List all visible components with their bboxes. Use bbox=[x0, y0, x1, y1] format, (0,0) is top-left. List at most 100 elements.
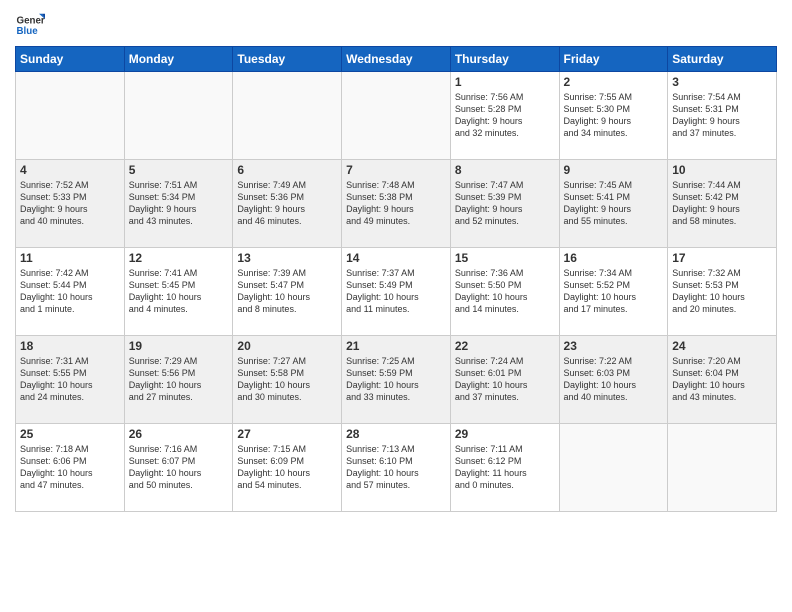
day-info: Sunrise: 7:52 AM Sunset: 5:33 PM Dayligh… bbox=[20, 179, 120, 228]
calendar-day-cell: 1 Sunrise: 7:56 AM Sunset: 5:28 PM Daylig… bbox=[450, 72, 559, 160]
calendar-week-row: 18Sunrise: 7:31 AM Sunset: 5:55 PM Dayli… bbox=[16, 336, 777, 424]
day-number: 9 bbox=[564, 163, 664, 177]
day-info: Sunrise: 7:22 AM Sunset: 6:03 PM Dayligh… bbox=[564, 355, 664, 404]
calendar-day-cell bbox=[233, 72, 342, 160]
calendar-day-cell: 9 Sunrise: 7:45 AM Sunset: 5:41 PM Daylig… bbox=[559, 160, 668, 248]
day-number: 26 bbox=[129, 427, 229, 441]
calendar-day-cell: 24 Sunrise: 7:20 AM Sunset: 6:04 PM Dayli… bbox=[668, 336, 777, 424]
day-info: Sunrise: 7:11 AM Sunset: 6:12 PM Dayligh… bbox=[455, 443, 555, 492]
calendar-day-header: Tuesday bbox=[233, 47, 342, 72]
calendar-day-cell: 3 Sunrise: 7:54 AM Sunset: 5:31 PM Daylig… bbox=[668, 72, 777, 160]
calendar-day-cell: 8 Sunrise: 7:47 AM Sunset: 5:39 PM Daylig… bbox=[450, 160, 559, 248]
day-number: 12 bbox=[129, 251, 229, 265]
calendar-week-row: 4 Sunrise: 7:52 AM Sunset: 5:33 PM Daylig… bbox=[16, 160, 777, 248]
day-info: Sunrise: 7:51 AM Sunset: 5:34 PM Dayligh… bbox=[129, 179, 229, 228]
day-info: Sunrise: 7:36 AM Sunset: 5:50 PM Dayligh… bbox=[455, 267, 555, 316]
calendar-day-cell: 21 Sunrise: 7:25 AM Sunset: 5:59 PM Dayli… bbox=[342, 336, 451, 424]
day-number: 23 bbox=[564, 339, 664, 353]
calendar-day-cell: 14Sunrise: 7:37 AM Sunset: 5:49 PM Dayli… bbox=[342, 248, 451, 336]
day-number: 24 bbox=[672, 339, 772, 353]
day-info: Sunrise: 7:55 AM Sunset: 5:30 PM Dayligh… bbox=[564, 91, 664, 140]
day-info: Sunrise: 7:31 AM Sunset: 5:55 PM Dayligh… bbox=[20, 355, 120, 404]
day-number: 27 bbox=[237, 427, 337, 441]
calendar-day-cell: 7 Sunrise: 7:48 AM Sunset: 5:38 PM Daylig… bbox=[342, 160, 451, 248]
day-info: Sunrise: 7:42 AM Sunset: 5:44 PM Dayligh… bbox=[20, 267, 120, 316]
calendar-day-cell: 10 Sunrise: 7:44 AM Sunset: 5:42 PM Dayli… bbox=[668, 160, 777, 248]
calendar-day-header: Sunday bbox=[16, 47, 125, 72]
day-number: 22 bbox=[455, 339, 555, 353]
calendar-week-row: 1 Sunrise: 7:56 AM Sunset: 5:28 PM Daylig… bbox=[16, 72, 777, 160]
day-info: Sunrise: 7:27 AM Sunset: 5:58 PM Dayligh… bbox=[237, 355, 337, 404]
day-info: Sunrise: 7:18 AM Sunset: 6:06 PM Dayligh… bbox=[20, 443, 120, 492]
calendar-day-header: Monday bbox=[124, 47, 233, 72]
day-number: 20 bbox=[237, 339, 337, 353]
day-number: 8 bbox=[455, 163, 555, 177]
calendar-day-cell: 5 Sunrise: 7:51 AM Sunset: 5:34 PM Daylig… bbox=[124, 160, 233, 248]
day-number: 15 bbox=[455, 251, 555, 265]
day-number: 13 bbox=[237, 251, 337, 265]
day-number: 5 bbox=[129, 163, 229, 177]
day-info: Sunrise: 7:49 AM Sunset: 5:36 PM Dayligh… bbox=[237, 179, 337, 228]
calendar-day-cell: 15 Sunrise: 7:36 AM Sunset: 5:50 PM Dayli… bbox=[450, 248, 559, 336]
day-number: 2 bbox=[564, 75, 664, 89]
day-number: 25 bbox=[20, 427, 120, 441]
calendar-day-cell: 13Sunrise: 7:39 AM Sunset: 5:47 PM Dayli… bbox=[233, 248, 342, 336]
day-number: 3 bbox=[672, 75, 772, 89]
svg-text:General: General bbox=[17, 16, 46, 27]
day-number: 4 bbox=[20, 163, 120, 177]
day-number: 11 bbox=[20, 251, 120, 265]
day-info: Sunrise: 7:48 AM Sunset: 5:38 PM Dayligh… bbox=[346, 179, 446, 228]
calendar-day-header: Friday bbox=[559, 47, 668, 72]
day-number: 14 bbox=[346, 251, 446, 265]
day-info: Sunrise: 7:29 AM Sunset: 5:56 PM Dayligh… bbox=[129, 355, 229, 404]
day-number: 1 bbox=[455, 75, 555, 89]
day-number: 28 bbox=[346, 427, 446, 441]
day-number: 19 bbox=[129, 339, 229, 353]
calendar-day-header: Wednesday bbox=[342, 47, 451, 72]
calendar-day-cell: 26 Sunrise: 7:16 AM Sunset: 6:07 PM Dayli… bbox=[124, 424, 233, 512]
logo: General Blue bbox=[15, 10, 45, 40]
day-info: Sunrise: 7:45 AM Sunset: 5:41 PM Dayligh… bbox=[564, 179, 664, 228]
day-info: Sunrise: 7:24 AM Sunset: 6:01 PM Dayligh… bbox=[455, 355, 555, 404]
calendar-day-cell bbox=[124, 72, 233, 160]
calendar-day-cell: 2 Sunrise: 7:55 AM Sunset: 5:30 PM Daylig… bbox=[559, 72, 668, 160]
day-info: Sunrise: 7:20 AM Sunset: 6:04 PM Dayligh… bbox=[672, 355, 772, 404]
calendar-day-cell: 27 Sunrise: 7:15 AM Sunset: 6:09 PM Dayli… bbox=[233, 424, 342, 512]
calendar-week-row: 25 Sunrise: 7:18 AM Sunset: 6:06 PM Dayli… bbox=[16, 424, 777, 512]
day-info: Sunrise: 7:13 AM Sunset: 6:10 PM Dayligh… bbox=[346, 443, 446, 492]
day-number: 16 bbox=[564, 251, 664, 265]
calendar-day-cell: 20 Sunrise: 7:27 AM Sunset: 5:58 PM Dayli… bbox=[233, 336, 342, 424]
day-number: 21 bbox=[346, 339, 446, 353]
page-container: General Blue SundayMondayTuesdayWednesda… bbox=[0, 0, 792, 517]
day-number: 10 bbox=[672, 163, 772, 177]
day-number: 17 bbox=[672, 251, 772, 265]
day-info: Sunrise: 7:16 AM Sunset: 6:07 PM Dayligh… bbox=[129, 443, 229, 492]
day-number: 6 bbox=[237, 163, 337, 177]
day-info: Sunrise: 7:54 AM Sunset: 5:31 PM Dayligh… bbox=[672, 91, 772, 140]
calendar-day-cell: 12Sunrise: 7:41 AM Sunset: 5:45 PM Dayli… bbox=[124, 248, 233, 336]
calendar-day-cell: 19 Sunrise: 7:29 AM Sunset: 5:56 PM Dayli… bbox=[124, 336, 233, 424]
calendar-header-row: SundayMondayTuesdayWednesdayThursdayFrid… bbox=[16, 47, 777, 72]
svg-text:Blue: Blue bbox=[17, 26, 39, 37]
logo-icon: General Blue bbox=[15, 10, 45, 40]
day-info: Sunrise: 7:25 AM Sunset: 5:59 PM Dayligh… bbox=[346, 355, 446, 404]
day-info: Sunrise: 7:34 AM Sunset: 5:52 PM Dayligh… bbox=[564, 267, 664, 316]
day-info: Sunrise: 7:44 AM Sunset: 5:42 PM Dayligh… bbox=[672, 179, 772, 228]
calendar-day-cell bbox=[342, 72, 451, 160]
calendar-table: SundayMondayTuesdayWednesdayThursdayFrid… bbox=[15, 46, 777, 512]
calendar-day-cell bbox=[559, 424, 668, 512]
header: General Blue bbox=[15, 10, 777, 40]
day-info: Sunrise: 7:56 AM Sunset: 5:28 PM Dayligh… bbox=[455, 91, 555, 140]
calendar-day-cell bbox=[16, 72, 125, 160]
day-number: 7 bbox=[346, 163, 446, 177]
calendar-day-cell: 23 Sunrise: 7:22 AM Sunset: 6:03 PM Dayli… bbox=[559, 336, 668, 424]
day-info: Sunrise: 7:47 AM Sunset: 5:39 PM Dayligh… bbox=[455, 179, 555, 228]
day-number: 29 bbox=[455, 427, 555, 441]
calendar-day-cell: 4 Sunrise: 7:52 AM Sunset: 5:33 PM Daylig… bbox=[16, 160, 125, 248]
calendar-day-cell: 28 Sunrise: 7:13 AM Sunset: 6:10 PM Dayli… bbox=[342, 424, 451, 512]
calendar-day-cell: 25 Sunrise: 7:18 AM Sunset: 6:06 PM Dayli… bbox=[16, 424, 125, 512]
day-info: Sunrise: 7:15 AM Sunset: 6:09 PM Dayligh… bbox=[237, 443, 337, 492]
calendar-day-header: Saturday bbox=[668, 47, 777, 72]
calendar-day-cell: 18Sunrise: 7:31 AM Sunset: 5:55 PM Dayli… bbox=[16, 336, 125, 424]
calendar-day-cell: 17Sunrise: 7:32 AM Sunset: 5:53 PM Dayli… bbox=[668, 248, 777, 336]
